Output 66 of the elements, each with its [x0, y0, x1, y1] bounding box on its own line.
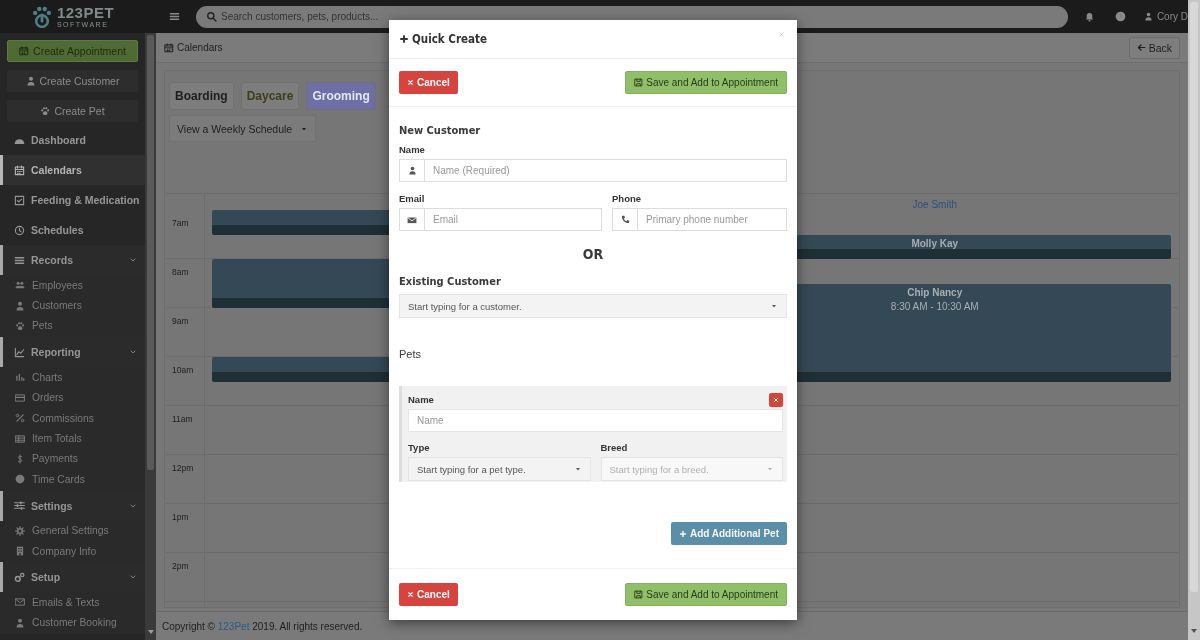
pet-name-input[interactable]: Name — [408, 409, 783, 432]
section-heading: New Customer — [399, 124, 482, 137]
hour-label: 7am — [172, 218, 189, 228]
sidebar-subitem[interactable]: Commissions — [0, 407, 145, 429]
sidebar-subitem[interactable]: Customers — [0, 295, 145, 316]
hour-label: 11am — [172, 414, 193, 424]
page-title: Calendars — [164, 42, 223, 53]
email-input[interactable]: Email — [424, 208, 602, 231]
hour-label: 8am — [172, 267, 189, 277]
copyright-text: Copyright © 123Pet 2019. All rights reserved. — [162, 620, 363, 632]
hour-label: 9am — [172, 316, 189, 326]
brand-name: 123PET — [56, 5, 115, 20]
sidebar-item[interactable]: Schedules — [0, 215, 145, 245]
sidebar-subitem[interactable]: Item Totals — [0, 428, 145, 449]
sidebar-item[interactable]: Records — [0, 245, 145, 275]
sidebar-subitem[interactable]: Employees — [0, 275, 145, 296]
sidebar-action-button[interactable]: Create Customer — [7, 70, 138, 92]
sidebar-subitem[interactable]: Company Info — [0, 540, 145, 562]
save-button[interactable]: Save and Add to Appointment — [625, 71, 787, 94]
sidebar-subitem[interactable]: Emails & Texts — [0, 592, 145, 613]
cancel-button[interactable]: Cancel — [399, 583, 458, 606]
sidebar-subitem[interactable]: General Settings — [0, 520, 145, 541]
sidebar-item[interactable]: Feeding & Medication — [0, 185, 145, 215]
hour-label: 1pm — [172, 512, 189, 522]
sidebar-item[interactable]: Settings — [0, 490, 145, 521]
pet-type-select[interactable]: Start typing for a pet type. — [408, 457, 591, 481]
sidebar-subitem[interactable]: Time Cards — [0, 469, 145, 490]
sidebar-item[interactable]: Reporting — [0, 337, 145, 368]
appointment-title: Chip Nancy — [907, 286, 963, 298]
or-text: OR — [581, 246, 605, 262]
field-label: Type — [408, 442, 431, 453]
sidebar-subitem[interactable]: Pets — [0, 315, 145, 337]
hour-label: 10am — [172, 365, 194, 375]
hour-label: 2pm — [172, 561, 189, 571]
calendar-tab[interactable]: Daycare — [240, 82, 300, 110]
appointment-title: Molly Kay — [911, 237, 959, 249]
dialog-title: Quick Create — [412, 32, 488, 46]
name-input[interactable]: Name (Required) — [424, 159, 787, 182]
field-label: Name — [399, 144, 426, 155]
field-label: Email — [399, 193, 426, 204]
back-button[interactable]: Back — [1128, 36, 1180, 59]
calendar-tab[interactable]: Grooming — [306, 82, 376, 110]
sidebar-action-button[interactable]: Create Pet — [7, 100, 138, 122]
appointment-time: 8:30 AM - 10:30 AM — [890, 300, 979, 312]
customer-select[interactable]: Start typing for a customer. — [399, 294, 787, 318]
field-label: Breed — [600, 442, 629, 453]
sidebar-subitem[interactable]: Charts — [0, 367, 145, 388]
section-heading: Pets — [399, 348, 422, 360]
field-label: Name — [408, 394, 434, 405]
view-dropdown[interactable]: View a Weekly Schedule — [169, 115, 317, 142]
calendar-tab[interactable]: Boarding — [169, 82, 234, 110]
field-label: Phone — [612, 193, 643, 204]
user-menu[interactable]: Cory D — [1143, 11, 1188, 22]
sidebar-subitem[interactable]: Payments — [0, 448, 145, 470]
sidebar-subitem[interactable]: Orders — [0, 387, 145, 408]
add-pet-button[interactable]: Add Additional Pet — [670, 522, 787, 545]
section-heading: Existing Customer — [399, 275, 502, 288]
sidebar-item[interactable]: Calendars — [0, 155, 145, 185]
save-button[interactable]: Save and Add to Appointment — [625, 583, 787, 606]
sidebar-item[interactable]: Setup — [0, 562, 145, 593]
sidebar-subitem[interactable]: Customer Booking — [0, 612, 145, 634]
sidebar-item[interactable]: Dashboard — [0, 125, 145, 155]
cancel-button[interactable]: Cancel — [399, 71, 458, 94]
hour-label: 12pm — [172, 463, 194, 473]
phone-input[interactable]: Primary phone number — [637, 208, 787, 231]
sidebar-action-button[interactable]: Create Appointment — [7, 40, 138, 62]
